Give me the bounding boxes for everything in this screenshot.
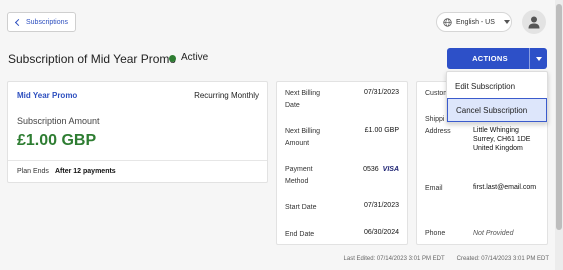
next-billing-amount-label: Next Billing Amount: [285, 128, 321, 147]
back-to-subscriptions-button[interactable]: Subscriptions: [7, 12, 76, 32]
language-select[interactable]: English - US: [436, 12, 512, 32]
start-date: 07/31/2023: [363, 202, 399, 209]
shipping-address-label-1: Shippi: [425, 116, 445, 123]
user-avatar[interactable]: [522, 10, 546, 34]
menu-item-cancel-subscription[interactable]: Cancel Subscription: [447, 98, 547, 122]
status-label: Active: [181, 52, 209, 63]
plan-ends-value: After 12 payments: [55, 168, 116, 175]
globe-icon: [443, 17, 452, 27]
address-line-1: Little Whinging: [473, 127, 519, 134]
end-date: 06/30/2024: [363, 229, 399, 236]
chevron-left-icon: [14, 18, 23, 26]
actions-label: ACTIONS: [472, 54, 508, 63]
card-last4: 0536: [363, 166, 379, 173]
payment-method: 0536 VISA: [363, 166, 399, 173]
plan-ends-label: Plan Ends: [17, 168, 49, 175]
shipping-address-label-2: Address: [425, 128, 451, 135]
subscription-amount-label: Subscription Amount: [17, 116, 100, 126]
customer-email: first.last@email.com: [473, 184, 537, 191]
next-billing-amount: £1.00 GBP: [364, 127, 399, 134]
customer-phone: Not Provided: [473, 230, 514, 237]
email-label: Email: [425, 185, 443, 192]
payment-method-label: Payment Method: [285, 166, 313, 185]
back-button-label: Subscriptions: [26, 18, 69, 26]
created-timestamp: Created: 07/14/2023 3:01 PM EDT: [456, 256, 549, 262]
last-edited-timestamp: Last Edited: 07/14/2023 3:01 PM EDT: [343, 256, 445, 262]
caret-down-icon[interactable]: [530, 56, 547, 61]
page-title: Subscription of Mid Year Promo: [8, 52, 177, 66]
user-icon: [528, 16, 540, 29]
menu-item-edit-subscription[interactable]: Edit Subscription: [447, 74, 547, 98]
status-indicator-dot: [169, 55, 176, 62]
next-billing-date: 07/31/2023: [363, 89, 399, 96]
next-billing-date-label: Next Billing Date: [285, 90, 321, 109]
actions-button[interactable]: ACTIONS: [447, 48, 547, 69]
subscription-amount: £1.00 GBP: [17, 132, 97, 149]
language-label: English - US: [456, 18, 495, 26]
vertical-scrollbar[interactable]: [555, 0, 563, 270]
record-metadata: Last Edited: 07/14/2023 3:01 PM EDT Crea…: [344, 256, 549, 262]
caret-down-icon: [503, 20, 510, 24]
divider: [8, 160, 267, 161]
end-date-label: End Date: [285, 231, 315, 238]
plan-summary-card: Mid Year Promo Recurring Monthly Subscri…: [7, 81, 268, 183]
plan-frequency: Recurring Monthly: [194, 91, 259, 100]
billing-details-card: Next Billing Date 07/31/2023 Next Billin…: [276, 81, 408, 245]
plan-name-link[interactable]: Mid Year Promo: [17, 91, 77, 100]
address-line-3: United Kingdom: [473, 145, 523, 152]
phone-label: Phone: [425, 230, 446, 237]
address-line-2: Surrey, CH61 1DE: [473, 136, 531, 143]
start-date-label: Start Date: [285, 204, 317, 211]
actions-menu: Edit Subscription Cancel Subscription: [446, 71, 548, 123]
scrollbar-thumb[interactable]: [556, 4, 562, 230]
visa-icon: VISA: [382, 166, 399, 173]
